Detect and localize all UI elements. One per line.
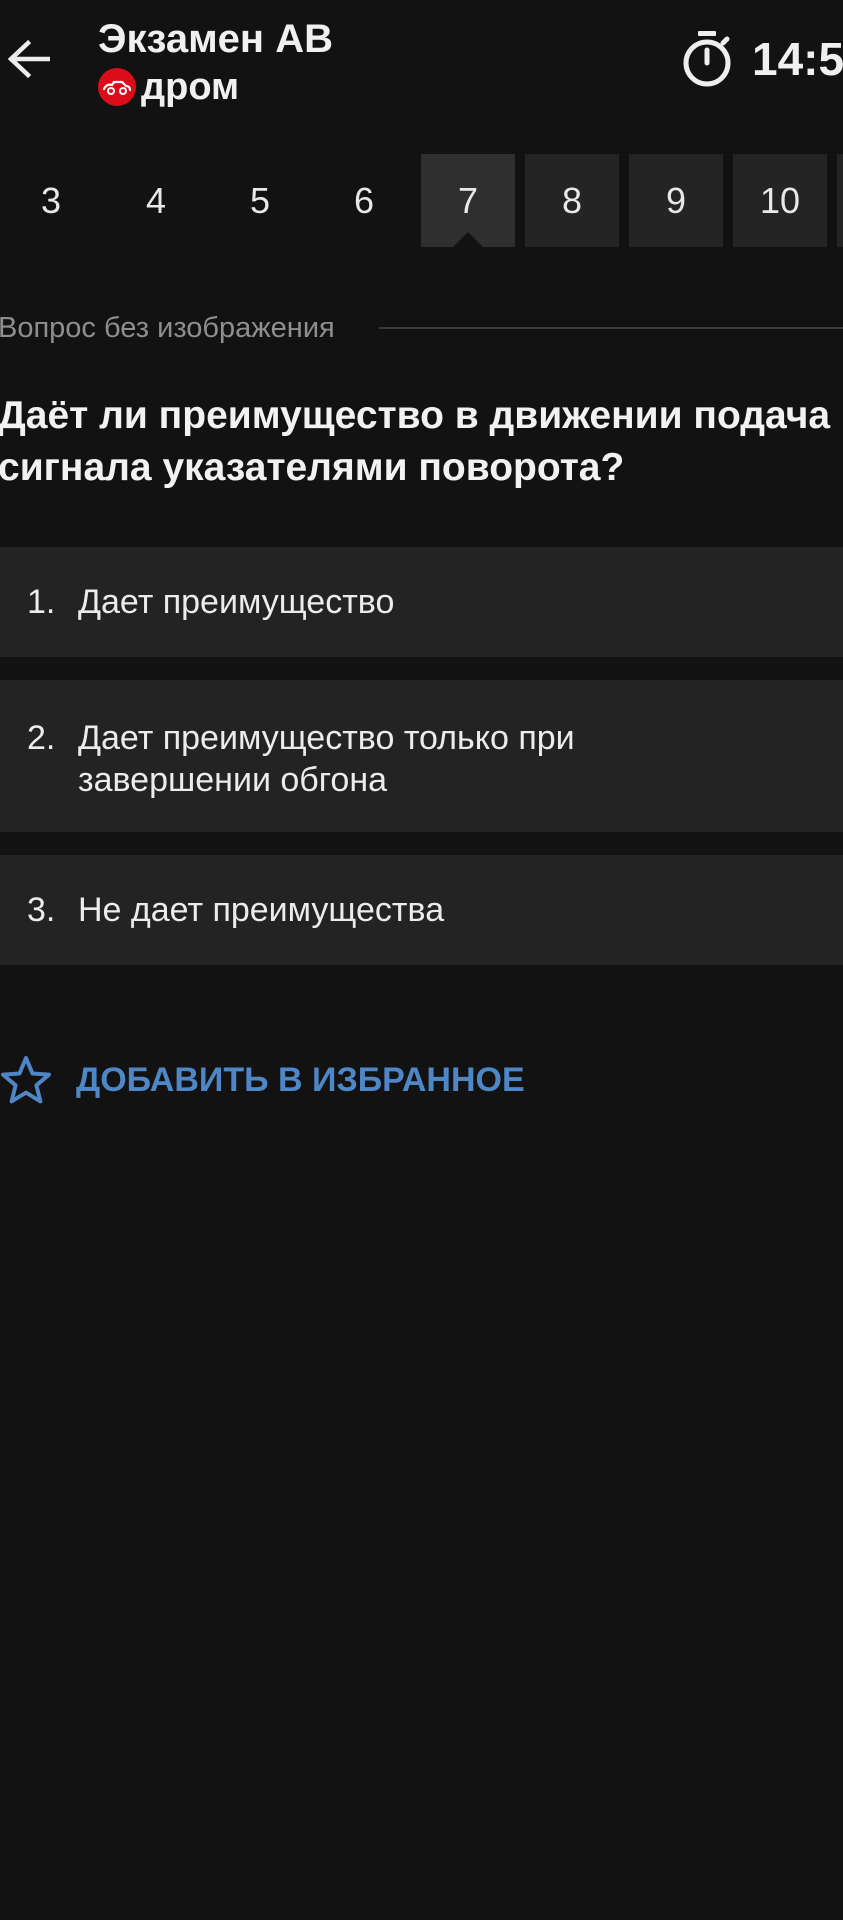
tab-question-7-active[interactable]: 7 xyxy=(421,154,515,248)
answer-option-3[interactable]: 3. Не дает преимущества xyxy=(0,855,843,965)
tab-question-6[interactable]: 6 xyxy=(317,154,411,247)
answer-option-1[interactable]: 1. Дает преимущество xyxy=(0,547,843,657)
tab-question-5[interactable]: 5 xyxy=(213,154,307,247)
brand-name: дром xyxy=(141,66,240,108)
favorite-label: ДОБАВИТЬ В ИЗБРАННОЕ xyxy=(76,1060,525,1099)
tab-label: 9 xyxy=(665,179,687,221)
back-button[interactable] xyxy=(0,25,56,97)
tab-label: 10 xyxy=(759,179,801,221)
section-divider xyxy=(378,327,843,329)
star-outline-icon xyxy=(0,1054,52,1106)
tab-question-8[interactable]: 8 xyxy=(525,154,619,247)
answer-number: 3. xyxy=(27,891,56,929)
tab-question-next[interactable] xyxy=(837,154,843,247)
tab-question-4[interactable]: 4 xyxy=(109,154,203,247)
drom-logo-icon xyxy=(98,68,136,106)
title-block: Экзамен AB дром xyxy=(98,14,333,110)
timer-value: 14:5 xyxy=(752,33,843,85)
app-bar: Экзамен AB дром 14:5 xyxy=(0,0,843,130)
tab-label: 5 xyxy=(249,179,271,221)
exam-screen: Экзамен AB дром 14:5 3 4 5 6 7 8 9 10 Во… xyxy=(0,0,843,1920)
section-header: Вопрос без изображения xyxy=(0,308,843,348)
section-label: Вопрос без изображения xyxy=(0,311,335,344)
timer: 14:5 xyxy=(680,28,843,90)
tab-label: 3 xyxy=(40,179,62,221)
tab-label: 8 xyxy=(561,179,583,221)
answer-text: Дает преимущество только при завершении … xyxy=(78,719,575,799)
add-to-favorites-button[interactable]: ДОБАВИТЬ В ИЗБРАННОЕ xyxy=(0,1050,525,1110)
brand-row: дром xyxy=(98,64,333,110)
tab-label: 6 xyxy=(353,179,375,221)
app-title: Экзамен AB xyxy=(98,17,333,61)
tab-label: 7 xyxy=(457,179,479,221)
tab-question-9[interactable]: 9 xyxy=(629,154,723,247)
question-text: Даёт ли преимущество в движении подача с… xyxy=(0,394,831,489)
answer-option-2[interactable]: 2. Дает преимущество только при завершен… xyxy=(0,680,843,832)
arrow-left-icon xyxy=(6,39,51,84)
stopwatch-icon xyxy=(680,28,734,90)
answer-text: Не дает преимущества xyxy=(78,891,445,929)
tab-label: 4 xyxy=(145,179,167,221)
answer-number: 2. xyxy=(27,719,56,757)
answer-number: 1. xyxy=(27,583,56,621)
answer-text: Дает преимущество xyxy=(78,583,395,621)
tab-question-10[interactable]: 10 xyxy=(733,154,827,247)
question-tabs: 3 4 5 6 7 8 9 10 xyxy=(0,154,843,254)
tab-question-3[interactable]: 3 xyxy=(4,154,98,247)
